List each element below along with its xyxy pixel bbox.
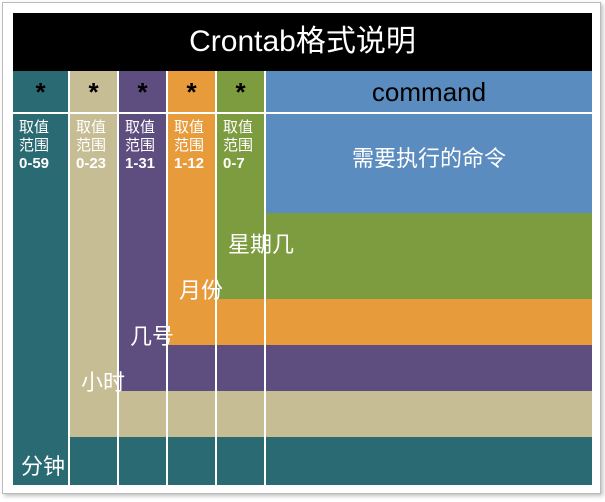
range-hour: 取值 范围 0-23: [70, 119, 117, 173]
range-day: 取值 范围 1-31: [119, 119, 166, 173]
range-label: 取值: [223, 119, 264, 137]
label-weekday: 星期几: [228, 227, 294, 259]
range-label2: 范围: [223, 137, 264, 155]
diagram-inner: Crontab格式说明 * * * * * command 取值 范围 0-59…: [13, 13, 592, 485]
range-val: 0-7: [223, 155, 264, 173]
label-hour: 小时: [81, 365, 125, 397]
range-label2: 范围: [19, 137, 68, 155]
diagram-frame: Crontab格式说明 * * * * * command 取值 范围 0-59…: [2, 2, 601, 494]
range-label2: 范围: [174, 137, 215, 155]
range-val: 0-59: [19, 155, 68, 173]
command-desc: 需要执行的命令: [266, 141, 592, 173]
range-label: 取值: [76, 119, 117, 137]
star-weekday: *: [217, 71, 264, 113]
label-month: 月份: [179, 273, 223, 305]
star-minute: *: [13, 71, 68, 113]
star-month: *: [168, 71, 215, 113]
range-val: 0-23: [76, 155, 117, 173]
star-hour: *: [70, 71, 117, 113]
range-label: 取值: [174, 119, 215, 137]
range-label2: 范围: [76, 137, 117, 155]
range-val: 1-31: [125, 155, 166, 173]
star-day: *: [119, 71, 166, 113]
range-month: 取值 范围 1-12: [168, 119, 215, 173]
title-bar: Crontab格式说明: [13, 13, 592, 71]
separator-v4: [264, 71, 266, 485]
range-weekday: 取值 范围 0-7: [217, 119, 264, 173]
range-minute: 取值 范围 0-59: [13, 119, 68, 173]
range-label: 取值: [125, 119, 166, 137]
range-label2: 范围: [125, 137, 166, 155]
range-label: 取值: [19, 119, 68, 137]
command-header: command: [266, 71, 592, 113]
range-val: 1-12: [174, 155, 215, 173]
label-day: 几号: [130, 319, 174, 351]
label-minute: 分钟: [21, 449, 65, 481]
